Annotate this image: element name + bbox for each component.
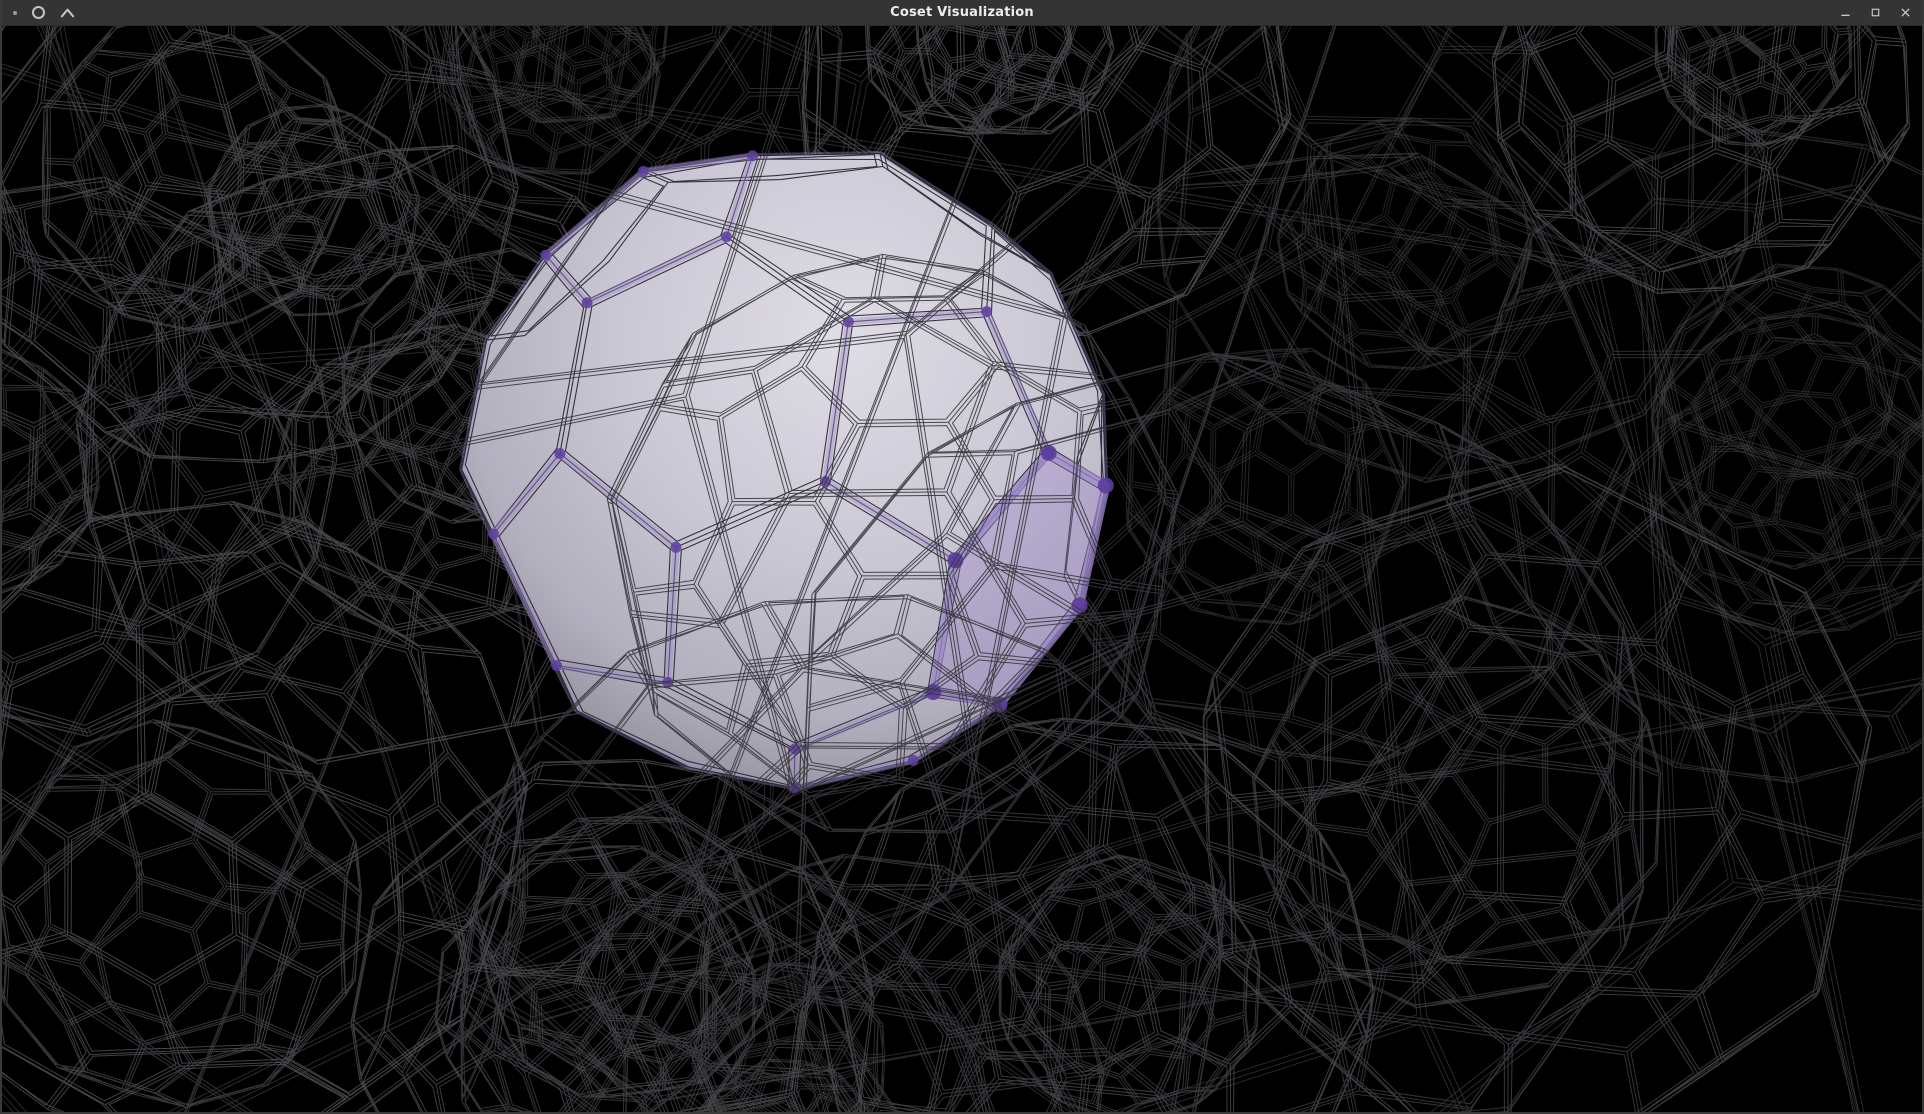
minimize-button[interactable] xyxy=(1839,6,1852,19)
coset-3d-scene xyxy=(2,26,1922,1112)
app-window: Coset Visualization xyxy=(0,0,1924,1114)
titlebar-left-icons xyxy=(2,6,75,19)
window-title: Coset Visualization xyxy=(2,5,1922,20)
modified-dot-icon[interactable] xyxy=(13,11,17,15)
maximize-button[interactable] xyxy=(1869,6,1882,19)
close-button[interactable] xyxy=(1899,6,1912,19)
titlebar[interactable]: Coset Visualization xyxy=(2,0,1922,26)
window-controls xyxy=(1839,6,1922,19)
visualization-viewport[interactable] xyxy=(2,26,1922,1112)
circle-icon[interactable] xyxy=(32,6,45,19)
chevron-up-icon[interactable] xyxy=(60,8,75,18)
